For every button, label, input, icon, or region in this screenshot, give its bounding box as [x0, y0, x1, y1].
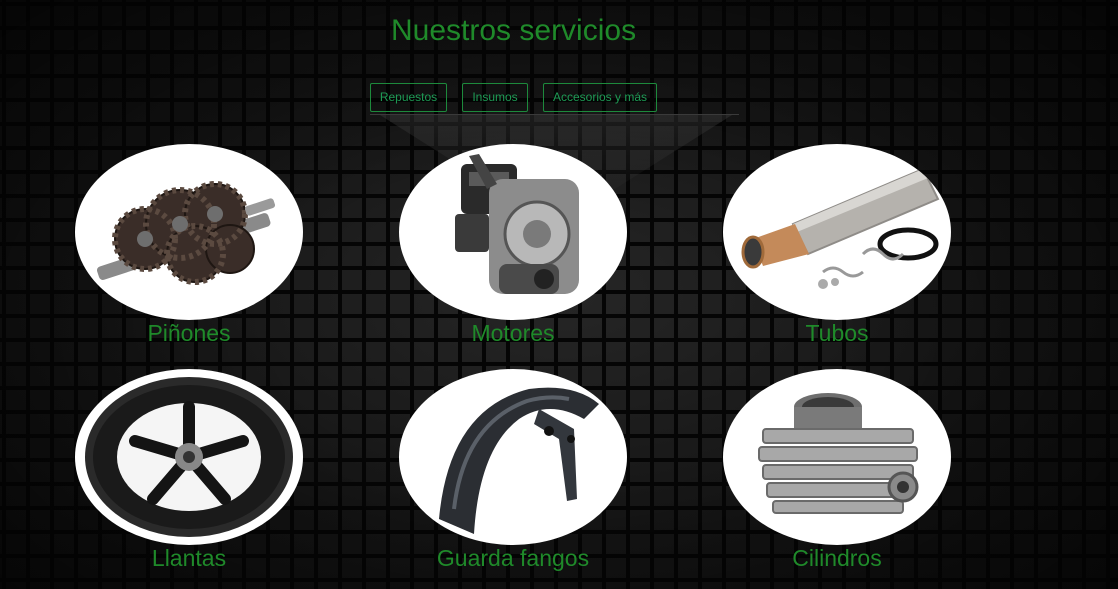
gears-image[interactable] — [75, 144, 303, 320]
service-label-guarda-fangos: Guarda fangos — [436, 545, 590, 571]
page-title: Nuestros servicios — [391, 14, 637, 47]
service-card-tubos[interactable]: Tubos — [723, 144, 951, 346]
tab-repuestos[interactable]: Repuestos — [370, 83, 447, 112]
service-label-cilindros: Cilindros — [792, 545, 882, 571]
tab-divider — [370, 114, 739, 115]
service-label-tubos: Tubos — [805, 320, 869, 346]
service-label-pinones: Piñones — [147, 320, 231, 346]
tire-image[interactable] — [75, 369, 303, 545]
service-card-pinones[interactable]: Piñones — [75, 144, 303, 346]
tab-accesorios[interactable]: Accesorios y más — [543, 83, 657, 112]
engine-image[interactable] — [399, 144, 627, 320]
service-label-llantas: Llantas — [151, 545, 227, 571]
service-label-motores: Motores — [471, 320, 555, 346]
fender-image[interactable] — [399, 369, 627, 545]
service-card-motores[interactable]: Motores — [399, 144, 627, 346]
service-card-llantas[interactable]: Llantas — [75, 369, 303, 571]
service-card-guarda-fangos[interactable]: Guarda fangos — [399, 369, 627, 571]
cylinder-image[interactable] — [723, 369, 951, 545]
tab-insumos[interactable]: Insumos — [462, 83, 528, 112]
exhaust-pipe-image[interactable] — [723, 144, 951, 320]
service-card-cilindros[interactable]: Cilindros — [723, 369, 951, 571]
